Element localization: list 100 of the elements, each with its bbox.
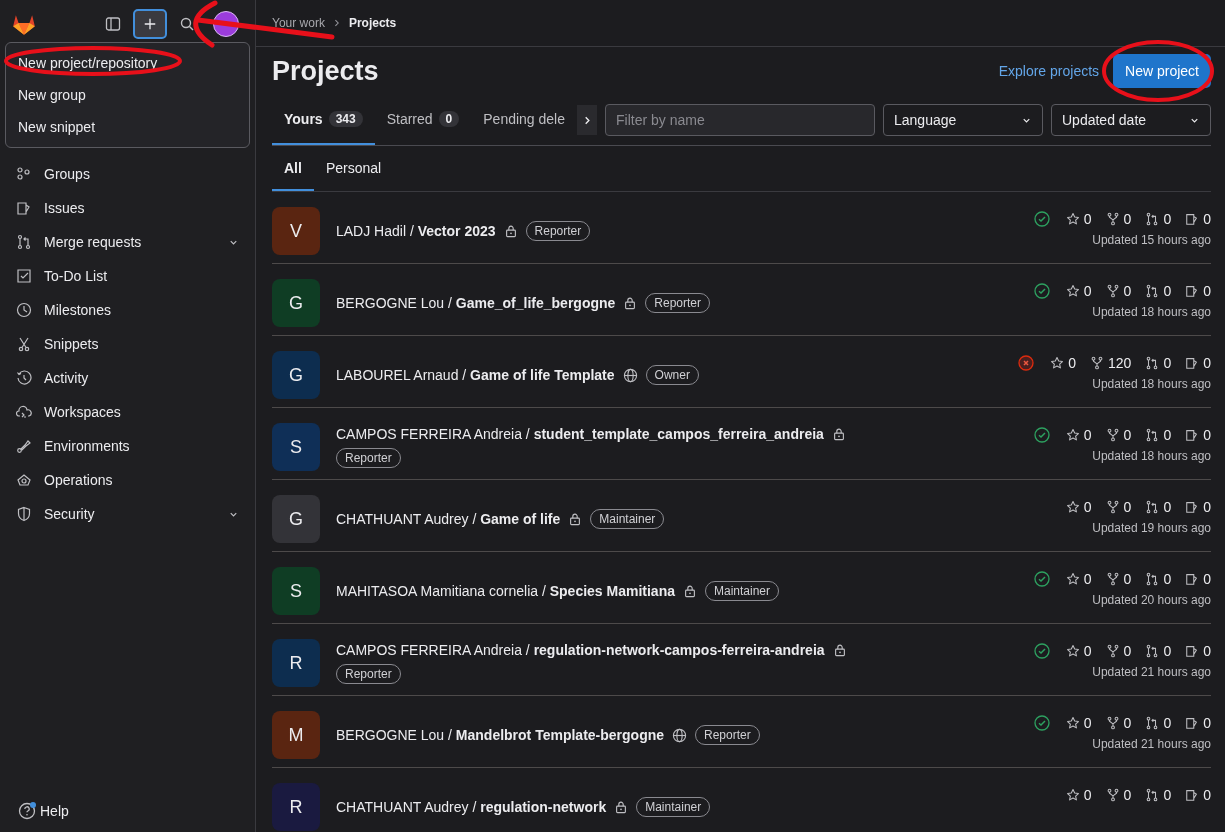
fork-count[interactable]: 0 — [1105, 499, 1132, 515]
issue-count[interactable]: 0 — [1185, 427, 1211, 443]
language-dropdown[interactable]: Language — [883, 104, 1043, 136]
merge-request-count[interactable]: 0 — [1145, 715, 1172, 731]
sidebar-item[interactable]: To-Do List — [0, 259, 255, 293]
star-count[interactable]: 0 — [1065, 211, 1092, 227]
filter-tab[interactable]: All — [272, 146, 314, 191]
pipeline-passed-icon[interactable] — [1033, 283, 1050, 299]
sidebar-item[interactable]: Merge requests — [0, 225, 255, 259]
tab[interactable]: Starred 0 — [374, 95, 472, 145]
sort-dropdown[interactable]: Updated date — [1051, 104, 1211, 136]
menu-item[interactable]: New group — [6, 79, 249, 111]
fork-icon — [1105, 500, 1120, 514]
sidebar-item[interactable]: Groups — [0, 157, 255, 191]
merge-request-count[interactable]: 0 — [1145, 211, 1172, 227]
merge-request-count[interactable]: 0 — [1145, 499, 1172, 515]
merge-request-count[interactable]: 0 — [1145, 571, 1172, 587]
sidebar-item[interactable]: Milestones — [0, 293, 255, 327]
filter-tab[interactable]: Personal — [313, 146, 394, 191]
merge-request-count[interactable]: 0 — [1145, 427, 1172, 443]
sidebar-item[interactable]: Activity — [0, 361, 255, 395]
pipeline-failed-icon[interactable] — [1018, 355, 1035, 371]
create-new-button[interactable] — [133, 8, 167, 39]
fork-count[interactable]: 0 — [1105, 211, 1132, 227]
fork-icon — [1105, 788, 1120, 802]
breadcrumb-link[interactable]: Your work — [272, 16, 325, 30]
star-icon — [1065, 428, 1080, 442]
project-avatar[interactable]: R — [272, 783, 320, 831]
issue-count[interactable]: 0 — [1185, 211, 1211, 227]
project-name-link[interactable]: CAMPOS FERREIRA Andreia / student_template_campos_ferreira_andreia — [336, 426, 824, 442]
fork-icon — [1105, 428, 1120, 442]
star-count[interactable]: 0 — [1065, 427, 1092, 443]
issue-count[interactable]: 0 — [1185, 571, 1211, 587]
merge-request-count[interactable]: 0 — [1145, 355, 1172, 371]
sidebar-item[interactable]: Workspaces — [0, 395, 255, 429]
merge-request-count[interactable]: 0 — [1145, 787, 1172, 803]
pipeline-passed-icon[interactable] — [1033, 643, 1050, 659]
search-icon[interactable] — [179, 15, 195, 32]
pipeline-passed-icon[interactable] — [1033, 715, 1050, 731]
project-avatar[interactable]: M — [272, 711, 320, 759]
new-project-button[interactable]: New project — [1113, 54, 1211, 88]
fork-count[interactable]: 0 — [1105, 283, 1132, 299]
issue-count[interactable]: 0 — [1185, 355, 1211, 371]
pipeline-passed-icon[interactable] — [1033, 211, 1050, 227]
menu-item[interactable]: New snippet — [6, 111, 249, 143]
merge-request-count[interactable]: 0 — [1145, 643, 1172, 659]
star-icon — [1065, 716, 1080, 730]
scroll-right-button[interactable] — [577, 105, 598, 135]
star-count[interactable]: 0 — [1065, 715, 1092, 731]
project-name-link[interactable]: BERGOGNE Lou / Mandelbrot Template-bergogne — [336, 727, 665, 743]
star-icon — [1065, 788, 1080, 802]
sidebar-item[interactable]: Snippets — [0, 327, 255, 361]
fork-count[interactable]: 0 — [1105, 787, 1132, 803]
star-count[interactable]: 0 — [1065, 571, 1092, 587]
explore-projects-link[interactable]: Explore projects — [998, 63, 1100, 79]
project-name-link[interactable]: LADJ Hadil / Vector 2023 — [336, 223, 496, 239]
project-name-link[interactable]: BERGOGNE Lou / Game_of_life_bergogne — [336, 295, 616, 311]
issue-count[interactable]: 0 — [1185, 643, 1211, 659]
menu-item[interactable]: New project/repository — [6, 47, 249, 79]
project-avatar[interactable]: G — [272, 495, 320, 543]
project-avatar[interactable]: G — [272, 279, 320, 327]
issue-count[interactable]: 0 — [1185, 715, 1211, 731]
fork-count[interactable]: 0 — [1105, 643, 1132, 659]
star-count[interactable]: 0 — [1065, 283, 1092, 299]
pipeline-passed-icon[interactable] — [1033, 571, 1050, 587]
sidebar-item[interactable]: Security — [0, 497, 255, 531]
project-name-link[interactable]: CAMPOS FERREIRA Andreia / regulation-network-campos-ferreira-andreia — [336, 642, 825, 658]
project-avatar[interactable]: G — [272, 351, 320, 399]
star-count[interactable]: 0 — [1065, 643, 1092, 659]
star-count[interactable]: 0 — [1065, 499, 1092, 515]
fork-count[interactable]: 120 — [1090, 355, 1132, 371]
project-name-link[interactable]: CHATHUANT Audrey / Game of life — [336, 511, 561, 527]
project-avatar[interactable]: S — [272, 567, 320, 615]
project-avatar[interactable]: V — [272, 207, 320, 255]
tab[interactable]: Yours 343 — [272, 95, 375, 145]
project-name-link[interactable]: LABOUREL Arnaud / Game of life Template — [336, 367, 615, 383]
fork-count[interactable]: 0 — [1105, 571, 1132, 587]
fork-icon — [1105, 284, 1120, 298]
merge-request-count[interactable]: 0 — [1145, 283, 1172, 299]
pipeline-passed-icon[interactable] — [1033, 427, 1050, 443]
fork-count[interactable]: 0 — [1105, 715, 1132, 731]
fork-icon — [1105, 716, 1120, 730]
issue-count[interactable]: 0 — [1185, 283, 1211, 299]
project-avatar[interactable]: R — [272, 639, 320, 687]
tab[interactable]: Pending dele — [471, 95, 578, 145]
filter-input[interactable]: Filter by name — [605, 104, 875, 136]
sidebar-item[interactable]: Issues — [0, 191, 255, 225]
help-link[interactable]: Help — [0, 802, 255, 832]
issue-count[interactable]: 0 — [1185, 787, 1211, 803]
sidebar-item[interactable]: Environments — [0, 429, 255, 463]
star-count[interactable]: 0 — [1065, 787, 1092, 803]
sidebar-toggle-icon[interactable] — [105, 15, 121, 32]
project-avatar[interactable]: S — [272, 423, 320, 471]
fork-icon — [1105, 572, 1120, 586]
project-name-link[interactable]: MAHITASOA Mamitiana cornelia / Species Mamitiana — [336, 583, 675, 599]
project-name-link[interactable]: CHATHUANT Audrey / regulation-network — [336, 799, 607, 815]
issue-count[interactable]: 0 — [1185, 499, 1211, 515]
fork-count[interactable]: 0 — [1105, 427, 1132, 443]
star-count[interactable]: 0 — [1050, 355, 1077, 371]
sidebar-item[interactable]: Operations — [0, 463, 255, 497]
